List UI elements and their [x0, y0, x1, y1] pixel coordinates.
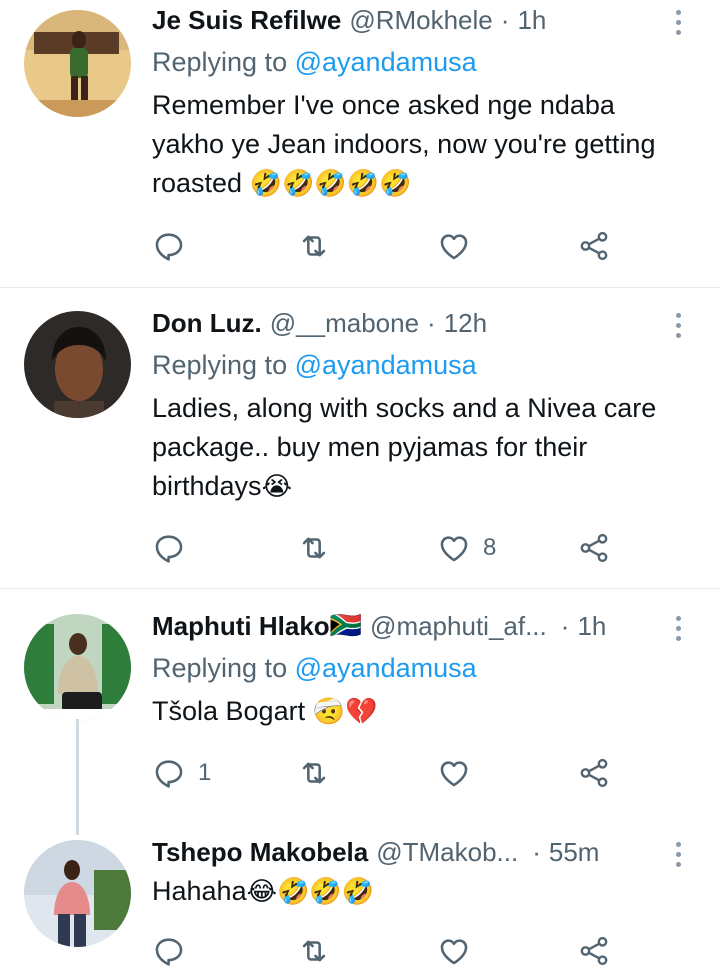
tweet-text-body: Hahaha — [152, 876, 247, 906]
timestamp[interactable]: 1h — [517, 2, 546, 38]
share-icon — [580, 758, 608, 788]
replying-to: Replying to @ayandamusa — [152, 650, 660, 686]
tweet-content: Don Luz. @__mabone · 12h Replying to @ay… — [152, 305, 660, 507]
tweet-actions — [152, 931, 622, 971]
reply-icon — [155, 760, 183, 788]
author-handle[interactable]: @TMakob... — [376, 834, 518, 870]
tweet-text-body: Ladies, along with socks and a Nivea car… — [152, 393, 657, 501]
retweet-button[interactable] — [297, 226, 331, 266]
separator-dot: · — [560, 611, 570, 641]
tweet-emoji: 🤕💔 — [312, 697, 378, 727]
tweet-text: Hahaha😂🤣🤣🤣 — [152, 872, 660, 912]
timestamp[interactable]: 12h — [444, 305, 487, 341]
retweet-icon — [302, 235, 326, 257]
more-icon[interactable] — [668, 307, 688, 343]
mention-link[interactable]: @ayandamusa — [295, 47, 477, 77]
tweet[interactable]: Maphuti Hlako 🇿🇦 @maphuti_af... · 1h Repl… — [0, 589, 720, 825]
retweet-icon — [302, 537, 326, 559]
author-handle[interactable]: @maphuti_af... — [370, 608, 547, 644]
share-icon — [580, 533, 608, 563]
avatar[interactable] — [24, 311, 131, 418]
replying-prefix: Replying to — [152, 350, 288, 380]
more-icon[interactable] — [668, 610, 688, 646]
tweet-text-body: Tšola Bogart — [152, 696, 313, 726]
retweet-icon — [302, 940, 326, 962]
share-button[interactable] — [577, 753, 611, 793]
tweet-content: Maphuti Hlako 🇿🇦 @maphuti_af... · 1h Repl… — [152, 608, 660, 732]
timestamp[interactable]: 1h — [577, 608, 606, 644]
share-button[interactable] — [577, 931, 611, 971]
like-button[interactable] — [437, 931, 483, 971]
tweet-header: Tshepo Makobela @TMakob... · 55m — [152, 834, 660, 870]
more-icon[interactable] — [668, 4, 688, 40]
like-icon — [440, 536, 468, 562]
tweet-actions — [152, 226, 622, 266]
tweet-text: Tšola Bogart 🤕💔 — [152, 692, 660, 732]
retweet-button[interactable] — [297, 931, 331, 971]
reply-button[interactable] — [152, 931, 198, 971]
replying-to: Replying to @ayandamusa — [152, 347, 660, 383]
tweet-text: Ladies, along with socks and a Nivea car… — [152, 389, 660, 507]
avatar[interactable] — [24, 840, 131, 947]
reply-button[interactable]: 1 — [152, 753, 211, 793]
separator-dot: · — [500, 5, 510, 35]
like-button[interactable] — [437, 226, 483, 266]
reply-icon — [155, 938, 183, 966]
mention-link[interactable]: @ayandamusa — [295, 653, 477, 683]
retweet-icon — [302, 762, 326, 784]
like-icon — [440, 939, 468, 965]
avatar[interactable] — [24, 614, 131, 721]
share-button[interactable] — [577, 528, 611, 568]
tweet-content: Je Suis Refilwe @RMokhele · 1h Replying … — [152, 2, 660, 204]
tweet-emoji: 🤣🤣🤣🤣🤣 — [249, 169, 412, 199]
replying-prefix: Replying to — [152, 47, 288, 77]
like-icon — [440, 234, 468, 260]
author-handle[interactable]: @__mabone — [270, 305, 419, 341]
flag-emoji: 🇿🇦 — [329, 611, 363, 641]
like-button[interactable] — [437, 753, 483, 793]
mention-link[interactable]: @ayandamusa — [295, 350, 477, 380]
tweet-emoji: 😭 — [261, 472, 292, 502]
replying-prefix: Replying to — [152, 653, 288, 683]
retweet-button[interactable] — [297, 528, 331, 568]
thread-line — [76, 719, 79, 835]
reply-icon — [155, 535, 183, 563]
replying-to: Replying to @ayandamusa — [152, 44, 660, 80]
like-count: 8 — [483, 534, 497, 561]
author-name[interactable]: Je Suis Refilwe — [152, 2, 341, 38]
author-name[interactable]: Maphuti Hlako — [152, 608, 330, 644]
avatar[interactable] — [24, 10, 131, 117]
like-icon — [440, 761, 468, 787]
tweet-content: Tshepo Makobela @TMakob... · 55m Hahaha😂… — [152, 834, 660, 912]
tweet-header: Maphuti Hlako 🇿🇦 @maphuti_af... · 1h — [152, 608, 660, 644]
retweet-button[interactable] — [297, 753, 331, 793]
reply-icon — [155, 233, 183, 261]
share-icon — [580, 231, 608, 261]
tweet[interactable]: Don Luz. @__mabone · 12h Replying to @ay… — [0, 288, 720, 589]
tweet-text: Remember I've once asked nge ndaba yakho… — [152, 86, 660, 204]
tweet-actions: 1 — [152, 753, 622, 793]
reply-button[interactable] — [152, 528, 198, 568]
author-name[interactable]: Don Luz. — [152, 305, 262, 341]
separator-dot: · — [532, 837, 541, 867]
reply-button[interactable] — [152, 226, 198, 266]
tweet[interactable]: Je Suis Refilwe @RMokhele · 1h Replying … — [0, 0, 720, 288]
separator-dot: · — [427, 308, 436, 338]
like-button[interactable]: 8 — [437, 528, 496, 568]
tweet-emoji: 😂🤣🤣🤣 — [246, 877, 375, 907]
tweet-header: Je Suis Refilwe @RMokhele · 1h — [152, 2, 660, 38]
share-icon — [580, 936, 608, 966]
more-icon[interactable] — [668, 836, 688, 872]
timestamp[interactable]: 55m — [549, 834, 600, 870]
tweet[interactable]: Tshepo Makobela @TMakob... · 55m Hahaha😂… — [0, 825, 720, 972]
reply-count: 1 — [198, 759, 212, 786]
tweet-actions: 8 — [152, 528, 622, 568]
share-button[interactable] — [577, 226, 611, 266]
author-name[interactable]: Tshepo Makobela — [152, 834, 368, 870]
tweet-header: Don Luz. @__mabone · 12h — [152, 305, 660, 341]
author-handle[interactable]: @RMokhele — [349, 2, 492, 38]
